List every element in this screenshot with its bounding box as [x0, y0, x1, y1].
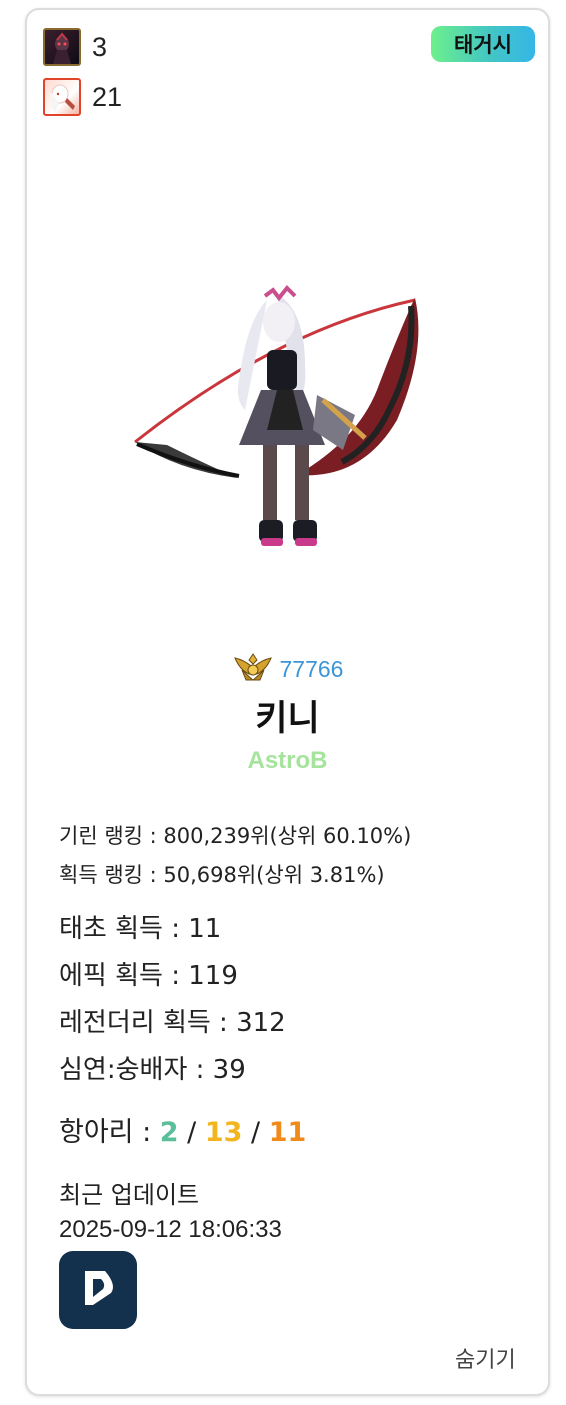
scythe-wielder-character-art [127, 270, 427, 570]
kirin-ranking: 기린 랭킹 : 800,239위(상위 60.10%) [59, 824, 412, 848]
hangari-separator: / [178, 1117, 205, 1148]
rank-line: 77766 [27, 650, 548, 688]
acquire-ranking: 획득 랭킹 : 50,698위(상위 3.81%) [59, 863, 385, 887]
badge-count: 3 [92, 31, 108, 62]
badge-count: 21 [92, 81, 123, 112]
character-name: 키니 [255, 699, 320, 739]
gold-wing-rank-icon [232, 650, 274, 688]
hangari-value-c: 11 [268, 1117, 307, 1148]
rank-number: 77766 [279, 655, 344, 682]
hangari-value-a: 2 [159, 1117, 179, 1148]
badge-row-2: 21 [43, 78, 122, 116]
hangari-value-b: 13 [204, 1117, 243, 1148]
legendary-count: 레전더리 획득 : 312 [59, 1008, 286, 1038]
hangari-label: 항아리 : [59, 1117, 160, 1148]
abyss-worshipper-count: 심연:숭배자 : 39 [59, 1055, 246, 1085]
guild-name: AstroB [247, 747, 328, 774]
dnf-app-logo-icon [75, 1265, 121, 1315]
character-card: 3 21 태거시 77766 키니 AstroB 기린 랭킹: 800,239… [25, 8, 550, 1396]
dnf-app-button[interactable] [59, 1251, 137, 1329]
hide-link[interactable]: 숨기기 [455, 1342, 516, 1374]
white-haired-character-portrait-icon [43, 78, 81, 116]
update-label: 최근 업데이트 [59, 1181, 200, 1209]
hangari-line: 항아리 : 2 / 13 / 11 [59, 1110, 306, 1149]
update-timestamp: 2025-09-12 18:06:33 [59, 1216, 282, 1243]
badge-row-1: 3 [43, 28, 107, 66]
dark-knight-portrait-icon [43, 28, 81, 66]
epic-count: 에픽 획득 : 119 [59, 961, 238, 991]
primeval-count: 태초 획득 : 11 [59, 914, 222, 944]
tag-badge: 태거시 [431, 26, 535, 62]
hangari-separator: / [242, 1117, 269, 1148]
